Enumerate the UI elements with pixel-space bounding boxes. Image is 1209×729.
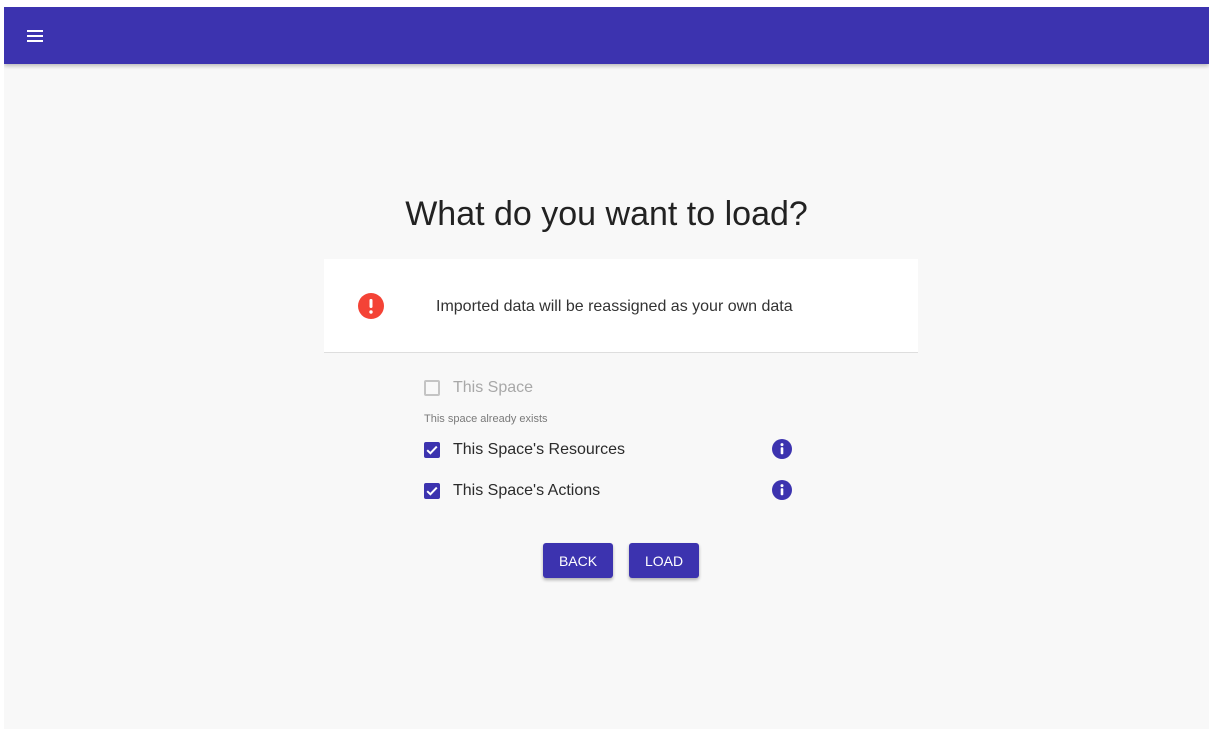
space-actions-label: This Space's Actions bbox=[453, 482, 601, 499]
alert-message: Imported data will be reassigned as your… bbox=[436, 298, 793, 315]
load-button[interactable]: LOAD bbox=[629, 543, 699, 578]
hamburger-menu-icon[interactable] bbox=[20, 21, 50, 51]
alert-card: Imported data will be reassigned as your… bbox=[324, 259, 918, 353]
back-button[interactable]: BACK bbox=[543, 543, 613, 578]
actions-info-icon[interactable] bbox=[772, 480, 792, 500]
space-resources-label: This Space's Resources bbox=[453, 441, 626, 458]
option-space-actions[interactable]: This Space's Actions bbox=[424, 480, 600, 502]
app-window: What do you want to load? Imported data … bbox=[4, 7, 1209, 729]
resources-info-icon[interactable] bbox=[772, 439, 792, 459]
top-app-bar bbox=[4, 7, 1209, 64]
option-space-resources[interactable]: This Space's Resources bbox=[424, 439, 625, 461]
space-actions-checkbox[interactable] bbox=[424, 483, 440, 499]
this-space-helper-text: This space already exists bbox=[424, 413, 548, 425]
error-circle-icon bbox=[358, 293, 384, 319]
page-title: What do you want to load? bbox=[405, 195, 808, 233]
option-this-space: This Space bbox=[424, 377, 533, 399]
space-resources-checkbox[interactable] bbox=[424, 442, 440, 458]
this-space-checkbox[interactable] bbox=[424, 380, 440, 396]
this-space-label: This Space bbox=[453, 379, 534, 396]
